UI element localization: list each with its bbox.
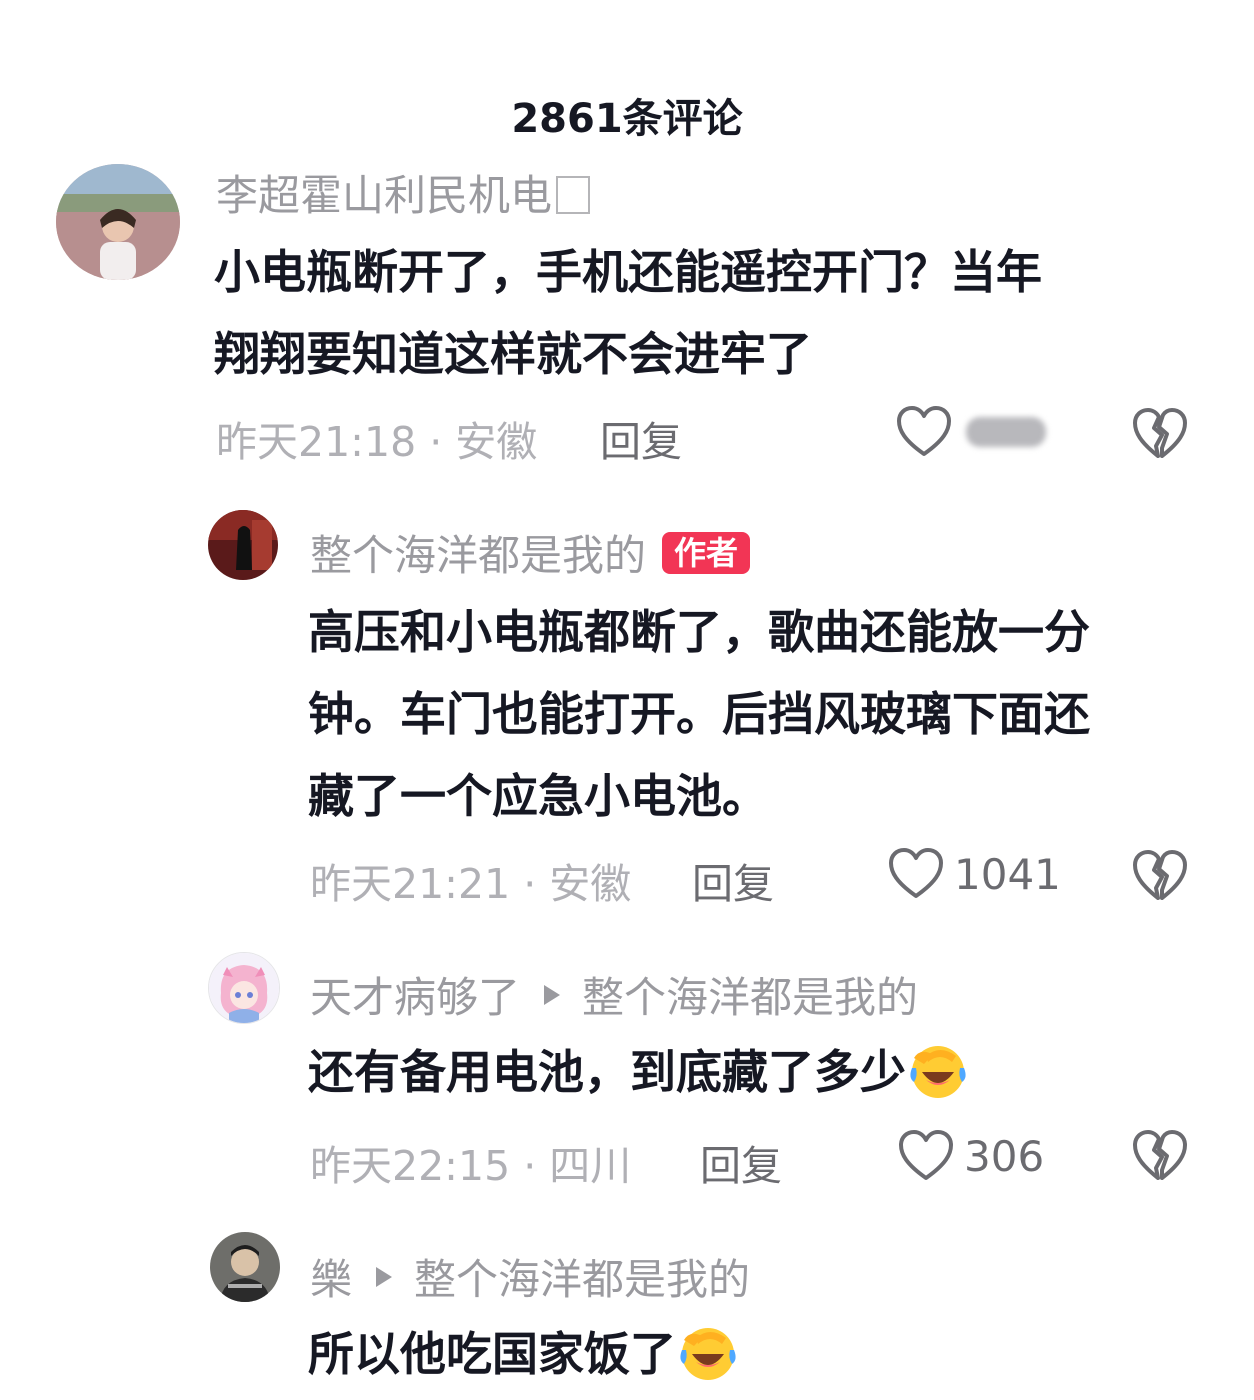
- reply-arrow-icon: [544, 984, 561, 1005]
- reply-button[interactable]: 回复: [692, 850, 774, 910]
- heart-outline-icon: [899, 1130, 953, 1180]
- like-count: 1041: [954, 849, 1061, 899]
- broken-heart-icon[interactable]: [1132, 408, 1188, 460]
- unknown-glyph-icon: [556, 175, 591, 214]
- laughing-crying-emoji: [910, 1045, 966, 1098]
- laughing-crying-emoji: [680, 1327, 736, 1380]
- comment-meta: 昨天21:21 · 安徽: [310, 860, 632, 908]
- like-count: 306: [964, 1131, 1045, 1181]
- comment-text-line: 小电瓶断开了，手机还能遥控开门？当年: [214, 245, 1042, 299]
- like-button[interactable]: 306: [898, 1130, 1044, 1182]
- broken-heart-icon[interactable]: [1132, 1130, 1188, 1182]
- username-text[interactable]: 樂: [310, 1246, 352, 1307]
- avatar[interactable]: [208, 510, 278, 580]
- comment-meta: 昨天21:18 · 安徽: [216, 418, 538, 466]
- comment-text-content: 还有备用电池，到底藏了多少: [308, 1045, 906, 1099]
- like-count-blurred: [966, 417, 1046, 447]
- comment-text-line: 翔翔要知道这样就不会进牢了: [214, 327, 812, 381]
- reply-to-username[interactable]: 整个海洋都是我的: [414, 1246, 750, 1307]
- comment-text: 所以他吃国家饭了: [308, 1312, 740, 1396]
- like-button[interactable]: 1041: [888, 848, 1061, 900]
- username[interactable]: 天才病够了 整个海洋都是我的: [310, 964, 918, 1025]
- comment-text-line: 藏了一个应急小电池。: [308, 769, 768, 823]
- comment-text: 还有备用电池，到底藏了多少: [308, 1030, 970, 1114]
- username[interactable]: 李超霍山利民机电: [216, 162, 591, 223]
- username-text[interactable]: 整个海洋都是我的: [310, 522, 646, 583]
- username-text[interactable]: 天才病够了: [310, 964, 520, 1025]
- author-badge: 作者: [662, 531, 751, 574]
- reply-button[interactable]: 回复: [600, 408, 682, 468]
- comment-text-content: 所以他吃国家饭了: [308, 1327, 676, 1381]
- comment-count-title: 2861条评论: [511, 96, 743, 142]
- reply-button[interactable]: 回复: [700, 1132, 782, 1192]
- broken-heart-icon[interactable]: [1132, 850, 1188, 902]
- avatar[interactable]: [208, 952, 280, 1024]
- avatar[interactable]: [56, 164, 180, 280]
- username[interactable]: 樂 整个海洋都是我的: [310, 1246, 750, 1307]
- like-button[interactable]: [896, 406, 1046, 458]
- reply-arrow-icon: [376, 1266, 393, 1287]
- avatar[interactable]: [210, 1232, 280, 1302]
- comment-meta: 昨天22:15 · 四川: [310, 1142, 632, 1190]
- username-text[interactable]: 李超霍山利民机电: [216, 162, 552, 223]
- comments-panel: 2861条评论 李超霍山利民机电 小电瓶断开了，手机还能遥控开门？当年 翔翔要知…: [0, 0, 1254, 1400]
- username[interactable]: 整个海洋都是我的 作者: [310, 522, 751, 583]
- heart-outline-icon: [897, 406, 951, 456]
- comment-text-line: 钟。车门也能打开。后挡风玻璃下面还: [308, 687, 1090, 741]
- heart-outline-icon: [889, 848, 943, 898]
- reply-to-username[interactable]: 整个海洋都是我的: [582, 964, 918, 1025]
- comment-text-line: 高压和小电瓶都断了，歌曲还能放一分: [308, 605, 1090, 659]
